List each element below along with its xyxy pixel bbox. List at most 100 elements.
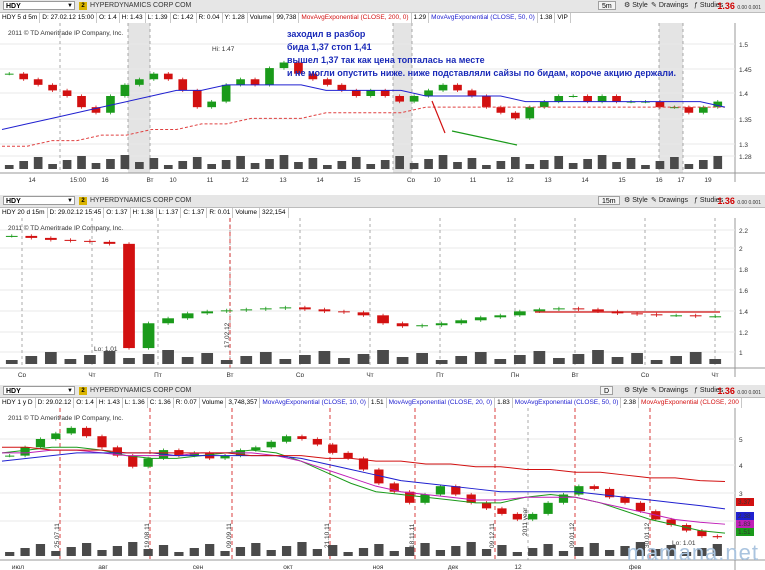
candle-body (19, 73, 29, 80)
volume-bar (189, 548, 199, 556)
candle-body (650, 314, 663, 316)
y-tick-label: 1.2 (739, 330, 748, 337)
x-tick-label: 14 (28, 177, 36, 182)
x-tick-label: 13 (279, 177, 287, 182)
price-tag-label: 1.51 (738, 529, 751, 536)
candle-body (395, 96, 404, 102)
x-tick-label: Чт (366, 372, 373, 377)
candle-body (312, 438, 322, 445)
candle-body (513, 311, 526, 316)
status-field: D: 29.02.12 15:45 (48, 208, 105, 218)
volume-bar (366, 164, 376, 169)
status-field: R: 0.04 (197, 13, 223, 23)
chart-area[interactable]: 2.2 2 1.8 1.6 1.4 1.2 1 Ср Чт Пт Вт Ср Чт Пт Пн Вт Ср Чт 2… (0, 218, 765, 377)
candle-body (420, 494, 430, 503)
symbol-selector[interactable]: HDY ▼ (3, 196, 75, 205)
chevron-down-icon: ▼ (67, 3, 73, 9)
volume-bar (97, 550, 107, 556)
y-tick-label: 1.3 (739, 142, 748, 149)
symbol-selector[interactable]: HDY ▼ (3, 386, 75, 395)
candle-body (120, 84, 130, 96)
volume-bar (259, 352, 272, 364)
link-badge[interactable]: 2 (79, 197, 87, 205)
candle-body (435, 323, 448, 326)
y-tick-label: 2.2 (739, 228, 748, 235)
volume-bar (713, 156, 723, 169)
candle-body (35, 438, 46, 448)
candle-body (20, 447, 30, 456)
status-field: Volume (248, 13, 275, 23)
style-button[interactable]: ⚙ Style (624, 386, 648, 396)
timeframe-button[interactable]: 5m (598, 1, 616, 10)
volume-bar (81, 543, 92, 556)
status-field: 99,738 (274, 13, 300, 23)
status-field: C: 1.37 (181, 208, 208, 218)
volume-bar (389, 551, 399, 556)
volume-bar (337, 161, 347, 169)
y-tick-label: 1.28 (739, 154, 752, 161)
volume-bar (33, 157, 43, 169)
status-field: O: 1.37 (104, 208, 131, 218)
style-label: Style (632, 197, 648, 204)
volume-bar (91, 163, 101, 169)
style-button[interactable]: ⚙ Style (624, 1, 648, 11)
volume-bar (631, 353, 643, 364)
status-field: Y: 1.28 (223, 13, 248, 23)
company-name: HYPERDYNAMICS CORP COM (90, 387, 192, 394)
timeframe-button[interactable]: 15m (598, 196, 620, 205)
status-field: MovAvgExponential (CLOSE, 50, 0) (513, 398, 622, 408)
date-marker-label: 25.07.11 (54, 523, 61, 548)
candle-body (689, 315, 702, 317)
volume-bar (149, 158, 159, 169)
volume-bar (510, 157, 520, 169)
volume-bar (207, 164, 217, 169)
volume-bar (205, 544, 215, 556)
panel-toolbar: HDY ▼ 2 HYPERDYNAMICS CORP COM 15m ⚙ Styl… (0, 195, 765, 208)
candle-body (135, 79, 144, 85)
x-tick-label: авг (98, 564, 108, 570)
candle-body (528, 513, 538, 520)
drawings-button[interactable]: ✎ Drawings (651, 386, 688, 396)
candle-body (77, 96, 86, 108)
volume-bar (543, 544, 553, 556)
y-tick-label: 1.4 (739, 91, 748, 98)
y-tick-label: 1.45 (739, 67, 752, 74)
candle-body (265, 68, 274, 85)
timeframe-button[interactable]: D (600, 386, 614, 395)
x-tick-label: Ср (296, 372, 305, 377)
drawings-label: Drawings (658, 197, 688, 204)
link-badge[interactable]: 2 (79, 387, 87, 395)
status-field: MovAvgExponential (CLOSE, 20, 0) (387, 398, 496, 408)
y-tick-label: 1.5 (739, 42, 748, 49)
x-tick-label: сен (193, 564, 204, 570)
volume-bar (279, 155, 289, 169)
volume-bar (380, 160, 390, 169)
price-value: 1.36 (717, 386, 735, 396)
symbol-selector[interactable]: HDY ▼ (3, 1, 75, 10)
candle-body (377, 315, 389, 324)
x-tick-label: 11 (207, 177, 214, 182)
candle-body (281, 436, 292, 442)
drawings-button[interactable]: ✎ Drawings (651, 1, 688, 11)
status-field: 322,154 (260, 208, 289, 218)
candle-body (299, 307, 311, 310)
drawings-button[interactable]: ✎ Drawings (651, 196, 688, 206)
status-bar: HDY 5 d 5m D: 27.02.12 15:00 O: 1.4 H: 1.43… (0, 13, 765, 23)
volume-bar (451, 546, 461, 556)
x-tick-label: Ср (18, 372, 27, 377)
y-tick-label: 5 (739, 437, 743, 444)
candle-body (240, 309, 253, 311)
status-field: 1.29 (412, 13, 430, 23)
volume-bar (374, 544, 384, 556)
candle-body (416, 325, 428, 327)
volume-bar (192, 157, 202, 169)
status-field: 3,748,357 (226, 398, 261, 408)
candle-body (453, 84, 462, 91)
link-badge[interactable]: 2 (79, 2, 87, 10)
status-field: O: 1.4 (74, 398, 97, 408)
symbol-text: HDY (6, 3, 21, 10)
candle-body (207, 101, 217, 108)
candle-body (297, 436, 307, 439)
style-button[interactable]: ⚙ Style (624, 196, 648, 206)
volume-bar (294, 162, 303, 169)
